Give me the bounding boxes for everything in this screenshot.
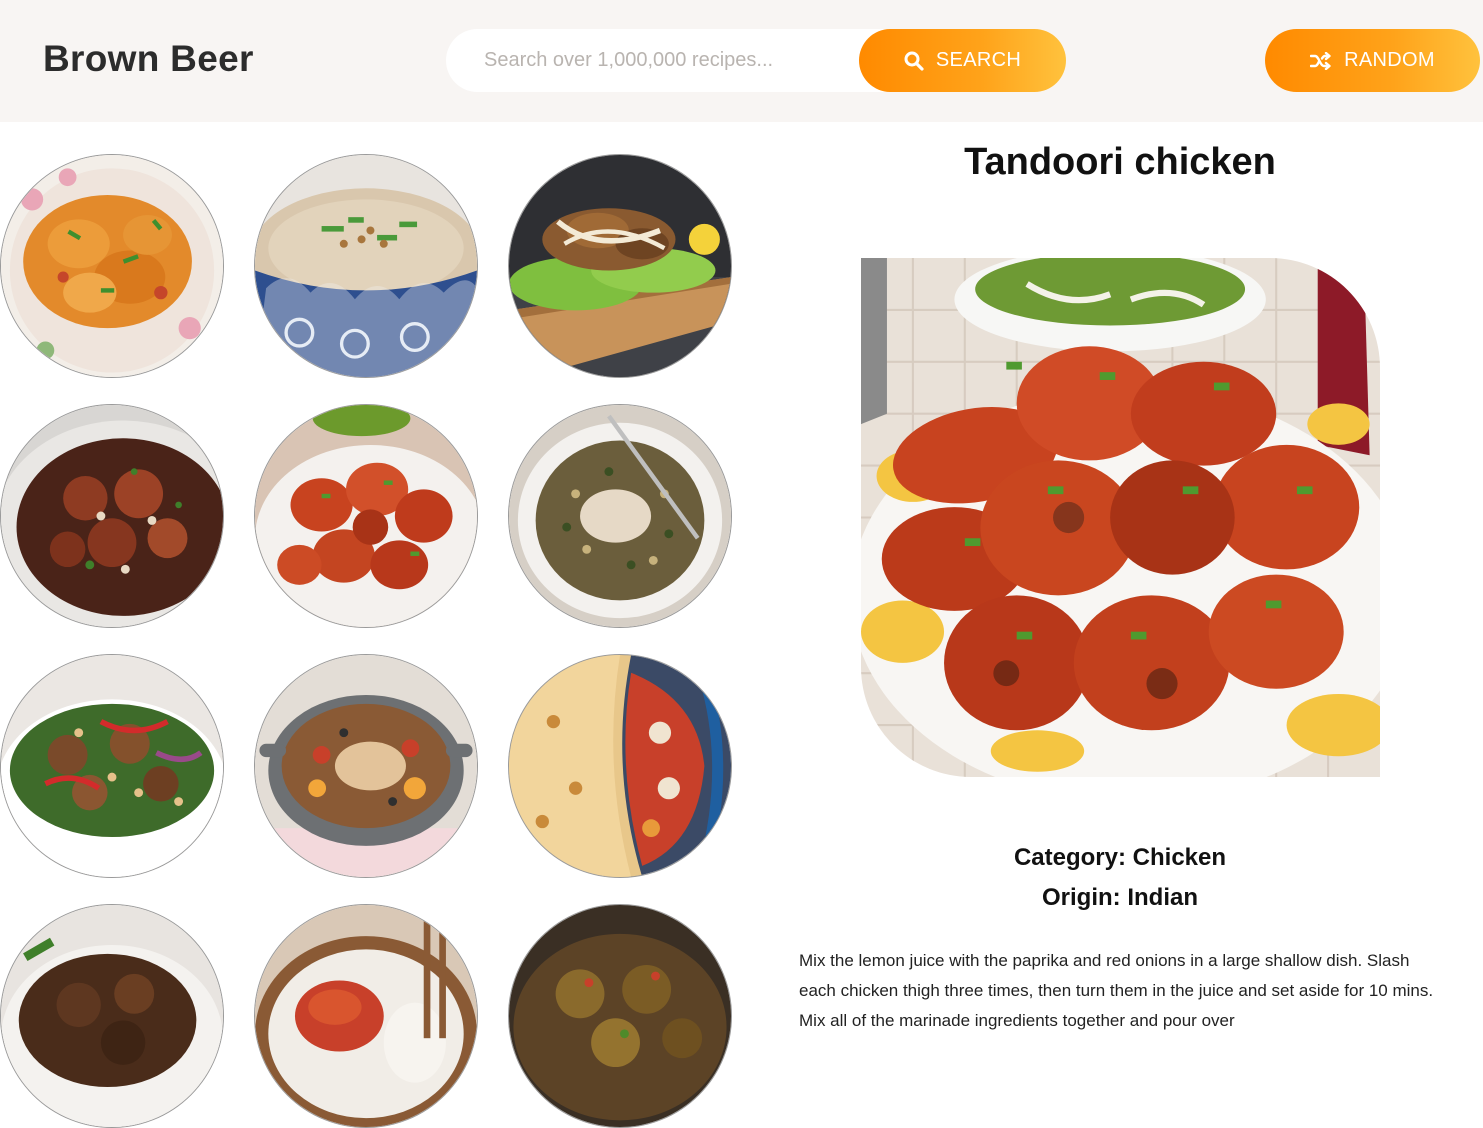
braised-chicken-pan-image <box>1 405 223 627</box>
recipe-thumbnail[interactable] <box>0 154 224 378</box>
recipe-hero-image <box>861 258 1380 777</box>
congee-bowl-image <box>255 155 477 377</box>
recipe-thumbnail[interactable] <box>508 904 732 1128</box>
recipe-origin: Origin: Indian <box>1042 884 1198 911</box>
search-button-label: SEARCH <box>935 49 1022 71</box>
recipe-thumbnail[interactable] <box>508 404 732 628</box>
recipe-thumbnail[interactable] <box>0 404 224 628</box>
random-button-label: RANDOM <box>1344 49 1435 71</box>
brand-logo[interactable]: Brown Beer <box>43 38 254 80</box>
shuffle-icon <box>1310 51 1331 70</box>
dark-braised-chicken-image <box>1 905 223 1127</box>
search-icon <box>904 51 924 71</box>
random-button[interactable]: RANDOM <box>1265 29 1480 92</box>
recipe-thumbnail[interactable] <box>508 154 732 378</box>
chicken-with-grains-image <box>509 405 731 627</box>
chicken-pie-image <box>509 655 731 877</box>
recipe-thumbnail[interactable] <box>0 904 224 1128</box>
recipe-thumbnail[interactable] <box>254 404 478 628</box>
recipe-thumbnail[interactable] <box>254 154 478 378</box>
chicken-casserole-image <box>255 655 477 877</box>
recipe-grid <box>0 154 760 1128</box>
chicken-with-rice-image <box>255 905 477 1127</box>
recipe-thumbnail[interactable] <box>254 904 478 1128</box>
header-bar: Brown Beer SEARCH RANDOM <box>0 0 1483 122</box>
search-button[interactable]: SEARCH <box>859 29 1066 92</box>
recipe-title: Tandoori chicken <box>964 141 1276 183</box>
curry-chicken-image <box>1 155 223 377</box>
fried-chicken-lettuce-image <box>509 155 731 377</box>
recipe-category: Category: Chicken <box>1013 844 1227 871</box>
chicken-salad-bowl-image <box>1 655 223 877</box>
tandoori-chicken-image <box>255 405 477 627</box>
recipe-thumbnail[interactable] <box>0 654 224 878</box>
recipe-thumbnail[interactable] <box>254 654 478 878</box>
spiced-chicken-thighs-image <box>509 905 731 1127</box>
recipe-thumbnail[interactable] <box>508 654 732 878</box>
recipe-instructions: Mix the lemon juice with the paprika and… <box>799 951 1434 1030</box>
tandoori-chicken-hero-image <box>861 258 1380 777</box>
search-input[interactable] <box>446 29 876 92</box>
